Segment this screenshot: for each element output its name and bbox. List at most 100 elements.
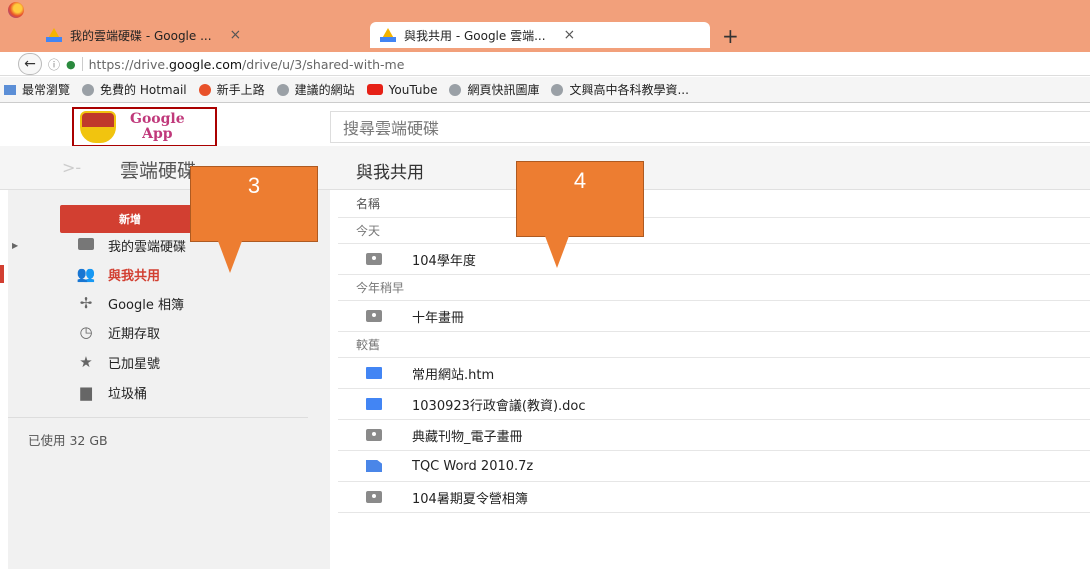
drive-logo-icon: >-: [62, 158, 82, 177]
back-button[interactable]: ←: [18, 53, 42, 75]
list-item[interactable]: 104暑期夏令營相簿: [338, 482, 1090, 513]
search-input[interactable]: 搜尋雲端硬碟: [330, 111, 1090, 143]
callout-4: 4: [516, 161, 644, 237]
shared-folder-icon: [366, 491, 382, 503]
expand-caret-icon[interactable]: ▶: [12, 241, 18, 250]
doc-icon: [366, 367, 382, 379]
bookmark-label: 免費的 Hotmail: [100, 83, 187, 97]
bookmark-suggested-sites[interactable]: 建議的網站: [276, 81, 355, 98]
firefox-icon: [198, 83, 211, 96]
column-header-name[interactable]: 名稱: [338, 190, 1090, 218]
firefox-icon: [8, 2, 24, 18]
star-icon: ★: [79, 353, 93, 371]
url-domain: google.com: [169, 56, 243, 72]
drive-title[interactable]: 雲端硬碟: [120, 156, 196, 183]
close-icon[interactable]: ×: [230, 27, 242, 43]
sidebar-item-label: 與我共用: [108, 268, 161, 284]
people-icon: 👥: [76, 265, 96, 283]
logo-line-2: App: [142, 126, 173, 142]
bookmark-school-resources[interactable]: 文興高中各科教學資...: [551, 81, 689, 98]
shared-folder-icon: [366, 429, 382, 441]
drive-header: Google App 搜尋雲端硬碟: [0, 104, 1090, 147]
list-item[interactable]: TQC Word 2010.7z: [338, 451, 1090, 482]
section-header-earlier-this-year: 今年稍早: [338, 275, 1090, 301]
drive-favicon-icon: [46, 28, 62, 42]
sidebar-item-starred[interactable]: ★ 已加星號: [8, 347, 330, 377]
list-item[interactable]: 十年畫冊: [338, 301, 1090, 332]
logo-text: Google App: [130, 112, 185, 142]
section-header-older: 較舊: [338, 332, 1090, 358]
url-bar[interactable]: ⓘ ● https://drive. google.com /drive/u/3…: [48, 54, 1088, 74]
storage-usage[interactable]: 已使用 32 GB: [28, 430, 108, 449]
file-name: 十年畫冊: [412, 310, 465, 326]
bookmarks-bar: 最常瀏覽 免費的 Hotmail 新手上路 建議的網站 YouTube 網頁快訊…: [0, 77, 1090, 103]
list-item[interactable]: 典藏刊物_電子畫冊: [338, 420, 1090, 451]
sidebar-item-label: Google 相簿: [108, 297, 184, 313]
file-icon: [366, 460, 382, 472]
file-name: 常用網站.htm: [412, 367, 495, 383]
file-name: TQC Word 2010.7z: [412, 458, 534, 474]
close-icon[interactable]: ×: [564, 27, 576, 43]
bookmark-getting-started[interactable]: 新手上路: [198, 81, 265, 98]
tab-label: 我的雲端硬碟 - Google ...: [70, 28, 212, 43]
youtube-icon: [366, 84, 383, 95]
tab-label: 與我共用 - Google 雲端...: [404, 28, 546, 43]
sidebar-item-trash[interactable]: ▆ 垃圾桶: [8, 377, 330, 407]
new-button[interactable]: 新增: [60, 205, 200, 233]
section-header-today: 今天: [338, 218, 1090, 244]
drive-folder-icon: [76, 236, 96, 254]
file-name: 104學年度: [412, 253, 476, 269]
bookmark-label: YouTube: [388, 82, 438, 97]
lock-icon: ●: [66, 57, 76, 71]
file-name: 104暑期夏令營相簿: [412, 491, 528, 507]
bookmark-most-visited[interactable]: 最常瀏覽: [4, 81, 70, 98]
globe-icon: [551, 83, 564, 96]
bookmark-label: 網頁快訊圖庫: [467, 83, 540, 97]
bookmark-web-slice-gallery[interactable]: 網頁快訊圖庫: [449, 81, 539, 98]
info-icon[interactable]: ⓘ: [48, 56, 60, 73]
clock-icon: ◷: [79, 323, 93, 341]
sidebar-item-shared-with-me[interactable]: 👥 與我共用: [0, 259, 330, 289]
logo-line-1: Google: [130, 111, 185, 127]
divider: [81, 57, 83, 71]
browser-titlebar: 我的雲端硬碟 - Google ... × 與我共用 - Google 雲端..…: [0, 0, 1090, 56]
sidebar-item-google-photos[interactable]: ✢ Google 相簿: [8, 288, 330, 318]
callout-4-pointer: [545, 236, 569, 268]
url-path: /drive/u/3/shared-with-me: [242, 56, 405, 72]
list-item[interactable]: 104學年度: [338, 244, 1090, 275]
page-title: 與我共用: [356, 163, 424, 183]
google-app-logo[interactable]: Google App: [72, 107, 217, 147]
new-tab-button[interactable]: +: [722, 24, 739, 48]
school-crest-icon: [80, 111, 116, 143]
globe-icon: [82, 83, 95, 96]
tab-shared-with-me[interactable]: 與我共用 - Google 雲端... ×: [370, 22, 710, 48]
tab-my-drive[interactable]: 我的雲端硬碟 - Google ... ×: [36, 22, 366, 48]
file-list: 名稱 今天 104學年度 今年稍早 十年畫冊 較舊 常用網站.htm 10309…: [338, 190, 1090, 513]
trash-icon: ▆: [80, 383, 92, 401]
url-prefix: https://drive.: [88, 56, 170, 72]
shared-folder-icon: [366, 310, 382, 322]
list-item[interactable]: 1030923行政會議(教資).doc: [338, 389, 1090, 420]
photos-icon: ✢: [79, 294, 93, 312]
bookmark-label: 新手上路: [216, 83, 265, 97]
callout-3: 3: [190, 166, 318, 242]
globe-icon: [276, 83, 289, 96]
file-name: 1030923行政會議(教資).doc: [412, 398, 586, 414]
bookmark-label: 建議的網站: [294, 83, 355, 97]
globe-icon: [449, 83, 462, 96]
folder-icon: [4, 84, 16, 95]
drive-favicon-icon: [380, 28, 396, 42]
sidebar: 新增 ▶ 我的雲端硬碟 👥 與我共用 ✢ Google 相簿 ◷ 近期存取 ★ …: [0, 190, 330, 569]
navigation-bar: ← ⓘ ● https://drive. google.com /drive/u…: [0, 52, 1090, 76]
bookmark-label: 最常瀏覽: [22, 83, 71, 97]
bookmark-youtube[interactable]: YouTube: [366, 82, 438, 97]
bookmark-hotmail[interactable]: 免費的 Hotmail: [82, 81, 187, 98]
sidebar-item-label: 我的雲端硬碟: [108, 239, 187, 255]
sidebar-divider: [8, 417, 308, 418]
sidebar-item-label: 已加星號: [108, 356, 161, 372]
list-item[interactable]: 常用網站.htm: [338, 358, 1090, 389]
sidebar-item-recent[interactable]: ◷ 近期存取: [8, 317, 330, 347]
sidebar-item-label: 垃圾桶: [108, 386, 148, 402]
bookmark-label: 文興高中各科教學資...: [569, 83, 689, 97]
callout-3-pointer: [218, 241, 242, 273]
